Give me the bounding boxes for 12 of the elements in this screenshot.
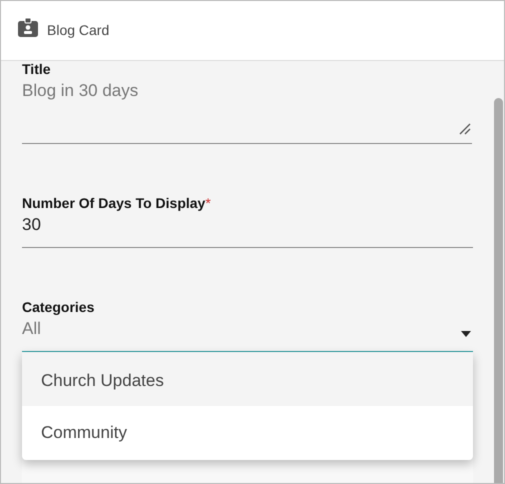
id-badge-icon: [18, 18, 38, 37]
input-field[interactable]: 30: [22, 211, 473, 248]
field-label: Categories: [22, 299, 94, 315]
dropdown-option[interactable]: Community: [22, 406, 473, 460]
field-label: Title: [22, 61, 51, 77]
scrollbar-thumb[interactable]: [494, 98, 503, 483]
field-label: Number Of Days To Display*: [22, 195, 211, 211]
text-area[interactable]: Blog in 30 days: [22, 77, 472, 144]
resize-handle-icon[interactable]: [459, 123, 471, 135]
dropdown-caret-icon: [461, 331, 471, 337]
dropdown-option[interactable]: Church Updates: [22, 352, 473, 406]
card-title: Blog Card: [47, 22, 110, 38]
